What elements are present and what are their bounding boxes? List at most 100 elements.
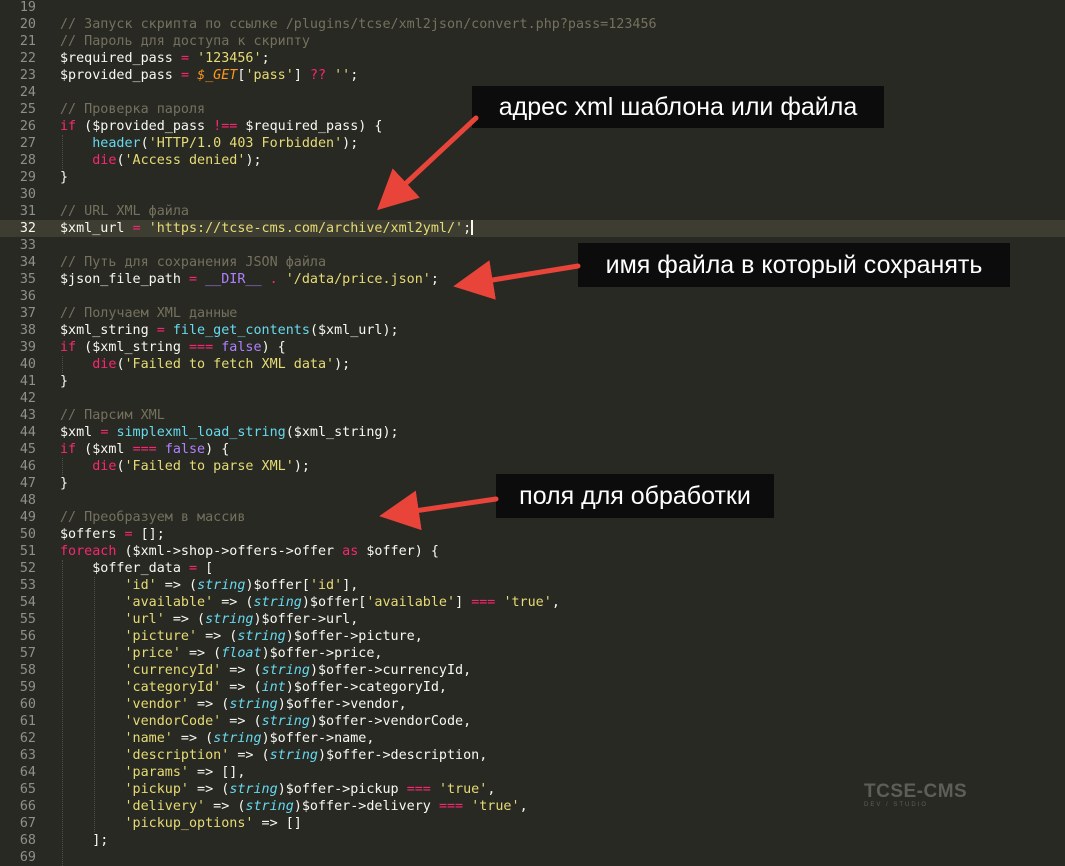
line-number: 37 bbox=[19, 306, 36, 321]
code-line[interactable]: 53 'id' => (string)$offer['id'], bbox=[0, 577, 1065, 594]
code-line[interactable]: 50 $offers = []; bbox=[0, 526, 1065, 543]
code-text: 'description' => (string)$offer->descrip… bbox=[60, 747, 488, 764]
code-line[interactable]: 32 $xml_url = 'https://tcse-cms.com/archi… bbox=[0, 220, 1065, 237]
line-number: 41 bbox=[19, 374, 36, 389]
code-token: 'Access denied' bbox=[124, 153, 246, 168]
code-line[interactable]: 39 if ($xml_string === false) { bbox=[0, 339, 1065, 356]
code-line[interactable]: 64 'params' => [], bbox=[0, 764, 1065, 781]
code-token: string bbox=[213, 731, 262, 746]
code-line[interactable]: 63 'description' => (string)$offer->desc… bbox=[0, 747, 1065, 764]
watermark-brand: TCSE-CMS bbox=[864, 781, 968, 802]
line-number: 50 bbox=[19, 527, 36, 542]
code-token: === bbox=[132, 442, 157, 457]
code-line[interactable]: 45 if ($xml === false) { bbox=[0, 441, 1065, 458]
code-line[interactable]: 20 // Запуск скрипта по ссылке /plugins/t… bbox=[0, 16, 1065, 33]
code-token: 'true' bbox=[438, 782, 488, 797]
line-number: 60 bbox=[19, 697, 36, 712]
line-number: 49 bbox=[19, 510, 36, 525]
code-line[interactable]: 62 'name' => (string)$offer->name, bbox=[0, 730, 1065, 747]
code-token: 'Failed to parse XML' bbox=[124, 459, 294, 474]
code-text: $xml_url = 'https://tcse-cms.com/archive… bbox=[60, 220, 473, 237]
code-line[interactable]: 68 ]; bbox=[0, 832, 1065, 849]
code-text: 'picture' => (string)$offer->picture, bbox=[60, 628, 423, 645]
line-number: 53 bbox=[19, 578, 36, 593]
code-token: } bbox=[60, 170, 69, 185]
code-line[interactable]: 27 header('HTTP/1.0 403 Forbidden'); bbox=[0, 135, 1065, 152]
code-line[interactable]: 19 bbox=[0, 0, 1065, 16]
code-line[interactable]: 37 // Получаем XML данные bbox=[0, 305, 1065, 322]
code-token: string bbox=[245, 799, 294, 814]
code-line[interactable]: 46 die('Failed to parse XML'); bbox=[0, 458, 1065, 475]
code-token: '/data/price.json' bbox=[285, 272, 431, 287]
code-text: $offer_data = [ bbox=[60, 560, 213, 577]
code-token: ; bbox=[463, 221, 472, 236]
code-token: )$offer->categoryId, bbox=[285, 680, 447, 695]
code-token: if bbox=[60, 119, 77, 134]
code-line[interactable]: 69 bbox=[0, 849, 1065, 866]
code-line[interactable]: 38 $xml_string = file_get_contents($xml_u… bbox=[0, 322, 1065, 339]
code-text: 'delivery' => (string)$offer->delivery =… bbox=[60, 798, 528, 815]
code-line[interactable]: 59 'categoryId' => (int)$offer->category… bbox=[0, 679, 1065, 696]
code-token: => ( bbox=[221, 663, 262, 678]
code-line[interactable]: 51 foreach ($xml->shop->offers->offer as … bbox=[0, 543, 1065, 560]
line-number: 19 bbox=[19, 0, 36, 15]
line-number: 64 bbox=[19, 765, 36, 780]
code-line[interactable]: 29} bbox=[0, 169, 1065, 186]
line-number: 35 bbox=[19, 272, 36, 287]
code-line[interactable]: 42 bbox=[0, 390, 1065, 407]
code-token: 'true' bbox=[503, 595, 552, 610]
code-line[interactable]: 55 'url' => (string)$offer->url, bbox=[0, 611, 1065, 628]
code-token: 'delivery' bbox=[124, 799, 206, 814]
code-token: 'pass' bbox=[245, 68, 294, 83]
code-line[interactable]: 52 $offer_data = [ bbox=[0, 560, 1065, 577]
code-line[interactable]: 44 $xml = simplexml_load_string($xml_stri… bbox=[0, 424, 1065, 441]
code-line[interactable]: 30 bbox=[0, 186, 1065, 203]
code-text: 'name' => (string)$offer->name, bbox=[60, 730, 375, 747]
line-number: 67 bbox=[19, 816, 36, 831]
code-line[interactable]: 41} bbox=[0, 373, 1065, 390]
code-token: => [], bbox=[189, 765, 246, 780]
line-number: 25 bbox=[19, 102, 36, 117]
code-token: ); bbox=[293, 459, 310, 474]
code-text: 'vendorCode' => (string)$offer->vendorCo… bbox=[60, 713, 472, 730]
code-token: 'true' bbox=[471, 799, 520, 814]
code-line[interactable]: 36 bbox=[0, 288, 1065, 305]
code-line[interactable]: 58 'currencyId' => (string)$offer->curre… bbox=[0, 662, 1065, 679]
line-number: 69 bbox=[19, 850, 36, 865]
code-token: // Парсим XML bbox=[60, 408, 165, 423]
code-line[interactable]: 23 $provided_pass = $_GET['pass'] ?? ''; bbox=[0, 67, 1065, 84]
code-line[interactable]: 22 $required_pass = '123456'; bbox=[0, 50, 1065, 67]
code-line[interactable]: 43 // Парсим XML bbox=[0, 407, 1065, 424]
code-token: )$offer->pickup bbox=[277, 782, 407, 797]
code-token: ($provided_pass bbox=[76, 119, 214, 134]
code-line[interactable]: 21 // Пароль для доступа к скрипту bbox=[0, 33, 1065, 50]
code-line[interactable]: 28 die('Access denied'); bbox=[0, 152, 1065, 169]
code-editor[interactable]: 19 20 // Запуск скрипта по ссылке /plugins… bbox=[0, 0, 1065, 866]
code-line[interactable]: 56 'picture' => (string)$offer->picture, bbox=[0, 628, 1065, 645]
code-token: '123456' bbox=[197, 51, 262, 66]
line-number: 40 bbox=[19, 357, 36, 372]
line-number: 43 bbox=[19, 408, 36, 423]
line-number: 46 bbox=[19, 459, 36, 474]
code-token: => ( bbox=[221, 680, 262, 695]
indent-guide bbox=[62, 135, 63, 169]
code-text: 'pickup' => (string)$offer->pickup === '… bbox=[60, 781, 496, 798]
code-line[interactable]: 54 'available' => (string)$offer['availa… bbox=[0, 594, 1065, 611]
code-token: 'Failed to fetch XML data' bbox=[124, 357, 335, 372]
code-token: , bbox=[551, 595, 560, 610]
code-token: $offers bbox=[60, 527, 125, 542]
code-line[interactable]: 31 // URL XML файла bbox=[0, 203, 1065, 220]
code-token: die bbox=[92, 357, 117, 372]
code-line[interactable]: 67 'pickup_options' => [] bbox=[0, 815, 1065, 832]
code-token: die bbox=[92, 153, 117, 168]
code-token: 'https://tcse-cms.com/archive/xml2yml/' bbox=[148, 221, 464, 236]
code-line[interactable]: 60 'vendor' => (string)$offer->vendor, bbox=[0, 696, 1065, 713]
code-line[interactable]: 61 'vendorCode' => (string)$offer->vendo… bbox=[0, 713, 1065, 730]
code-token: // URL XML файла bbox=[60, 204, 189, 219]
code-line[interactable]: 57 'price' => (float)$offer->price, bbox=[0, 645, 1065, 662]
code-line[interactable]: 40 die('Failed to fetch XML data'); bbox=[0, 356, 1065, 373]
